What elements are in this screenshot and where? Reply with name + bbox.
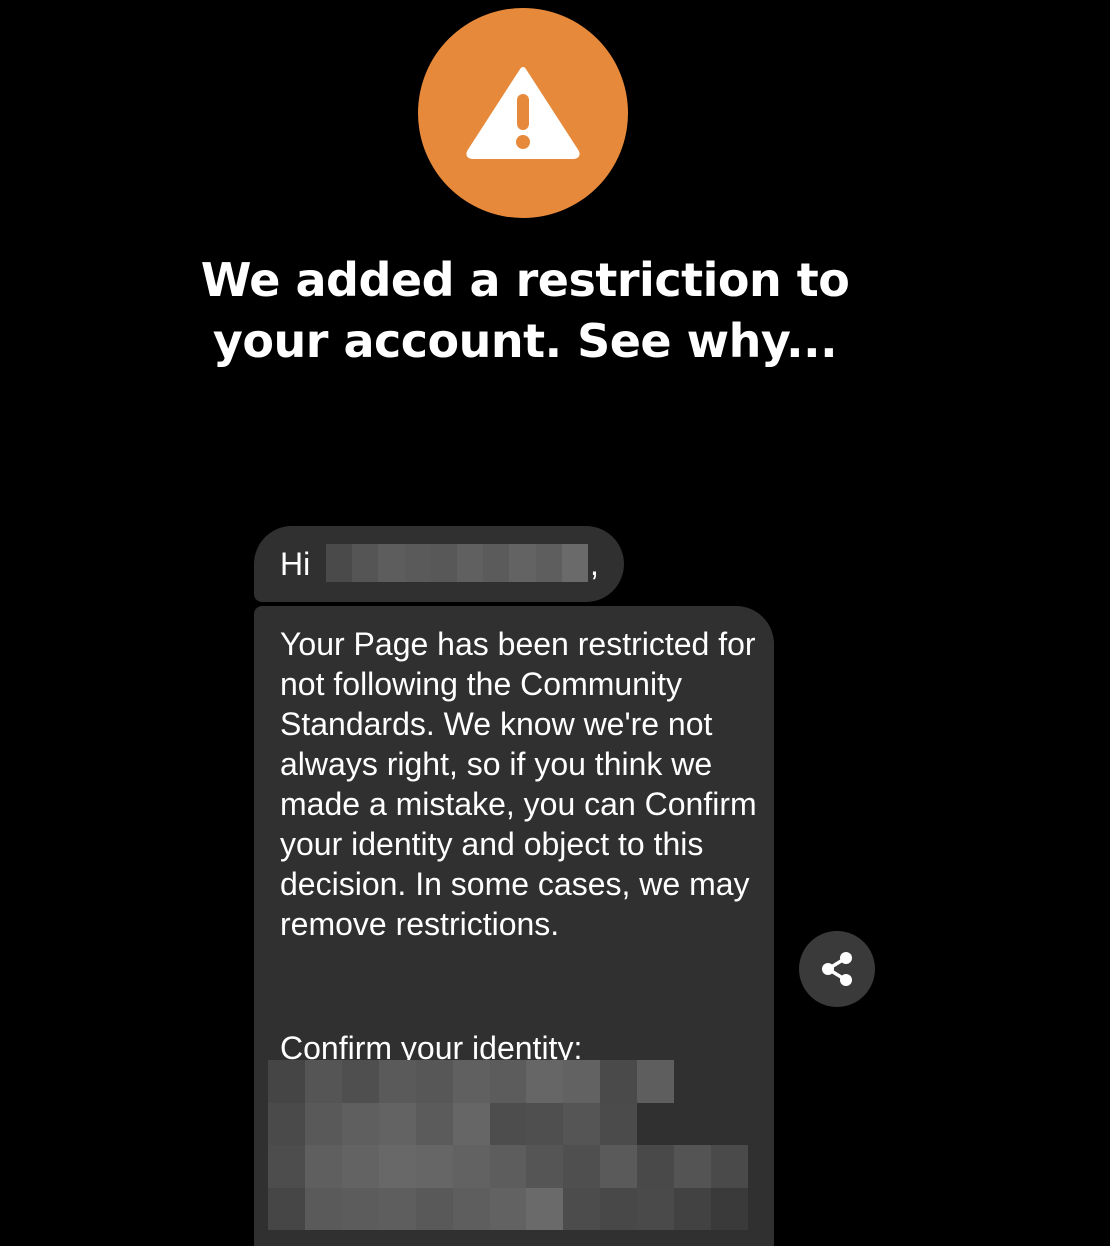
restriction-message-bubble: Your Page has been restricted for not fo…	[254, 606, 774, 1246]
message-body: Your Page has been restricted for not fo…	[280, 626, 757, 942]
restriction-headline: We added a restriction to your account. …	[200, 253, 850, 368]
greeting-prefix: Hi	[280, 546, 311, 582]
warning-triangle-icon	[466, 67, 580, 159]
greeting-suffix: ,	[590, 546, 599, 582]
greeting-message-bubble: Hi ,	[254, 526, 624, 602]
share-button[interactable]	[799, 931, 875, 1007]
warning-icon	[418, 8, 628, 218]
share-icon	[822, 952, 852, 986]
redacted-name	[326, 544, 589, 582]
redacted-link[interactable]	[268, 1060, 748, 1230]
